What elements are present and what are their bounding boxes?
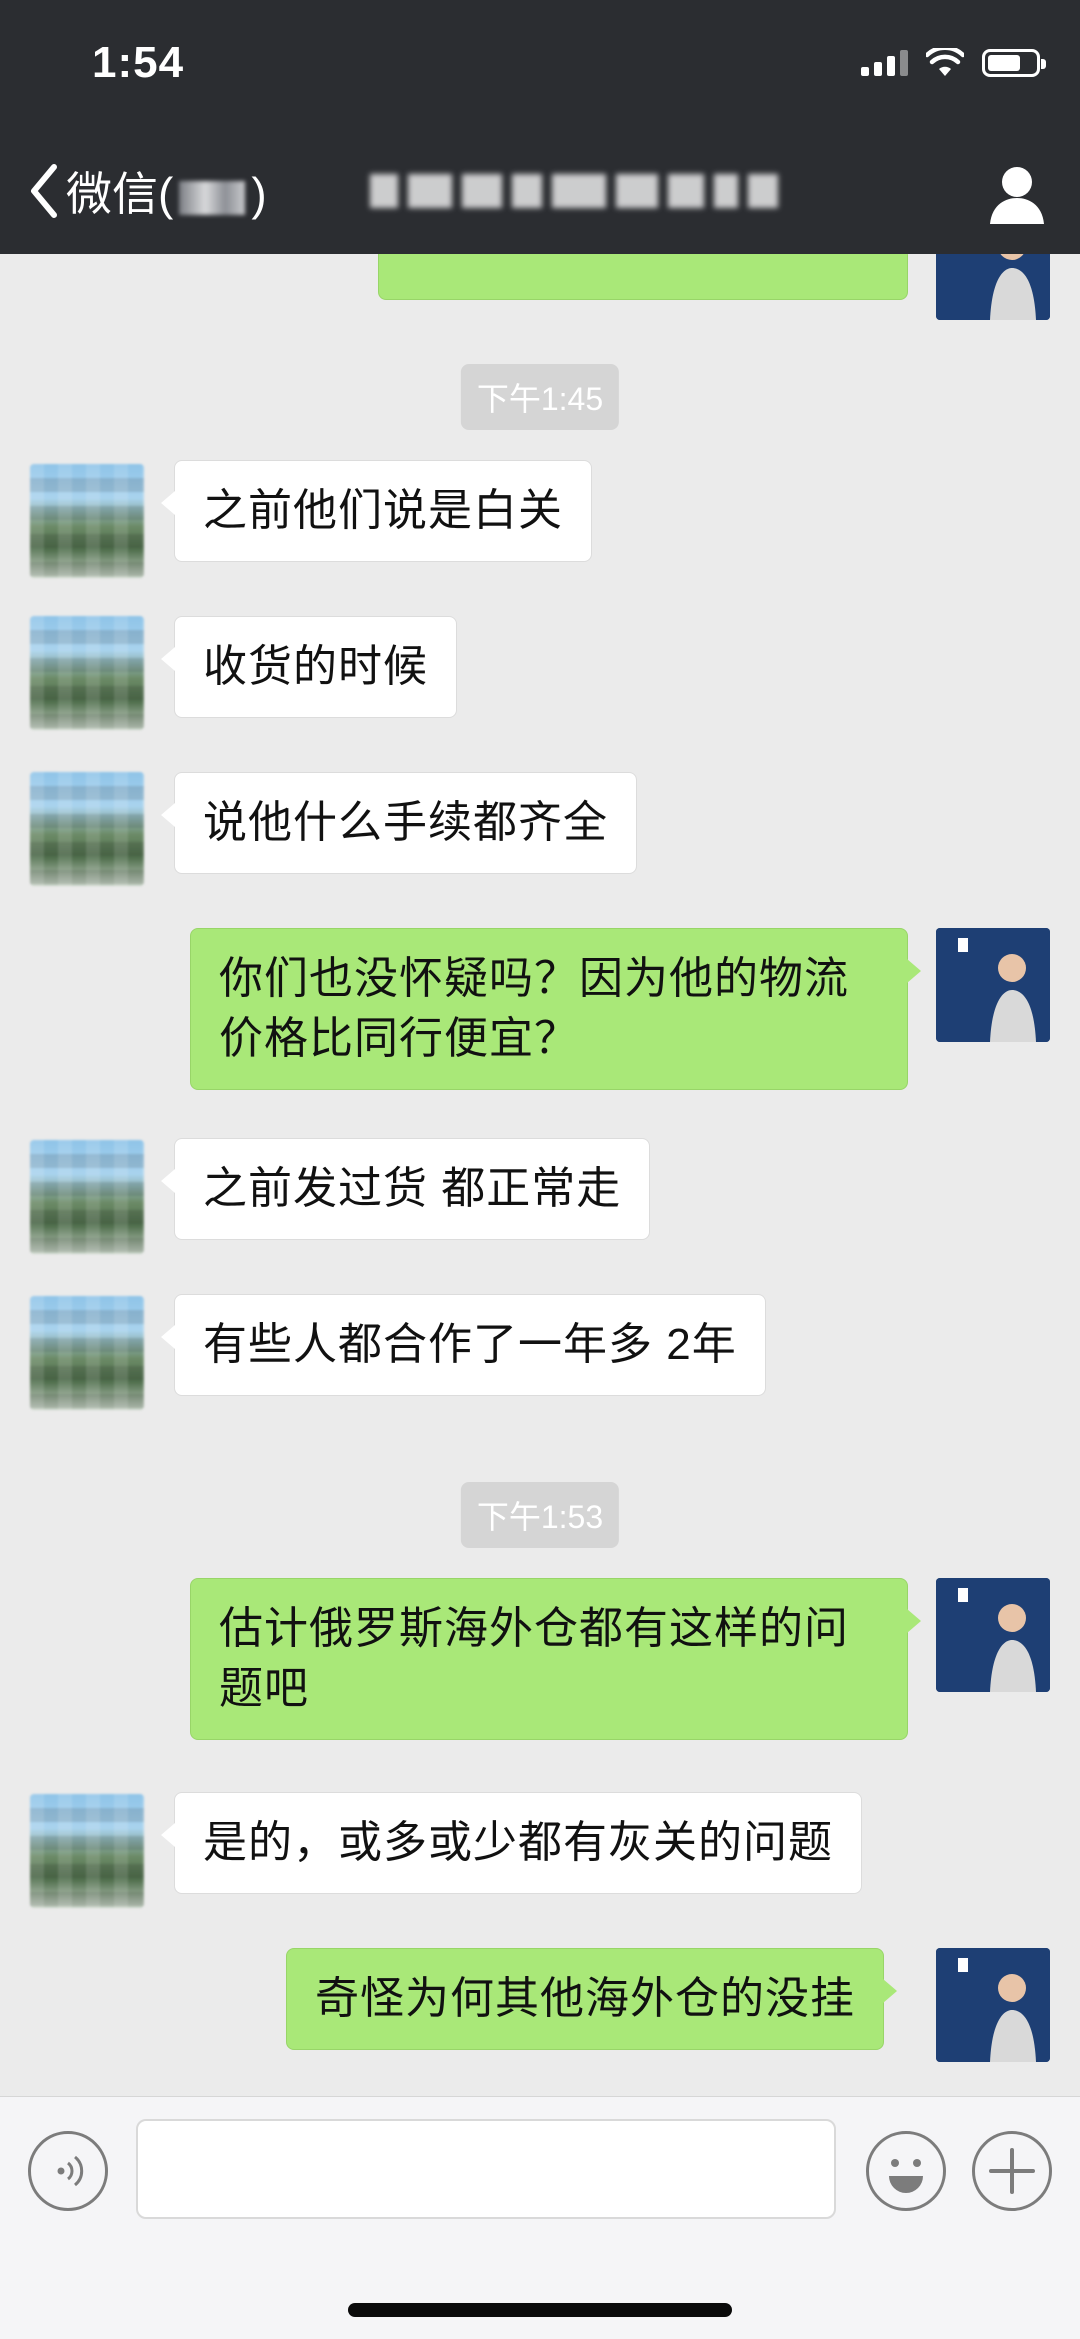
message-timestamp: 下午1:53 — [460, 1482, 620, 1548]
message-bubble-incoming[interactable]: 收货的时候 — [161, 616, 457, 718]
voice-icon — [57, 2155, 84, 2187]
message-bubble-incoming[interactable]: 之前发过货 都正常走 — [160, 1138, 651, 1240]
more-button[interactable] — [972, 2131, 1052, 2211]
my-avatar[interactable] — [936, 254, 1050, 320]
contact-avatar[interactable] — [30, 772, 144, 886]
contact-avatar[interactable] — [30, 1140, 144, 1254]
my-avatar[interactable] — [936, 1948, 1050, 2062]
contact-avatar[interactable] — [30, 464, 144, 578]
home-indicator[interactable] — [348, 2303, 732, 2317]
battery-icon — [982, 49, 1046, 77]
message-bubble-outgoing[interactable]: 你们也没怀疑吗？因为他的物流价格比同行便宜？ — [190, 928, 921, 1090]
plus-icon — [989, 2148, 1035, 2194]
message-bubble-outgoing[interactable]: 奇怪为何其他海外仓的没挂 — [286, 1948, 897, 2050]
my-avatar[interactable] — [936, 1578, 1050, 1692]
message-bubble-outgoing[interactable] — [378, 254, 921, 300]
message-timestamp: 下午1:45 — [460, 364, 620, 430]
chat-info-button[interactable] — [982, 160, 1052, 230]
back-label: 微信() — [66, 168, 267, 220]
top-header: 1:54 微信() — [0, 0, 1080, 254]
wifi-icon — [926, 48, 964, 76]
cellular-signal-icon — [861, 50, 908, 76]
status-time: 1:54 — [92, 38, 185, 87]
wechat-chat-screen: 1:54 微信() 下午1:45 之前他们说是白关 收货的时候 说他什么手续都齐… — [0, 0, 1080, 2339]
chat-title-blurred — [370, 168, 820, 214]
message-bubble-incoming[interactable]: 说他什么手续都齐全 — [161, 772, 637, 874]
message-list[interactable]: 下午1:45 之前他们说是白关 收货的时候 说他什么手续都齐全 你们也没怀疑吗？… — [0, 254, 1080, 2096]
unread-count-blurred — [179, 180, 246, 215]
message-input[interactable] — [136, 2119, 836, 2219]
message-bubble-incoming[interactable]: 有些人都合作了一年多 2年 — [161, 1294, 766, 1396]
message-bubble-incoming[interactable]: 是的，或多或少都有灰关的问题 — [161, 1792, 862, 1894]
back-button[interactable]: 微信() — [28, 158, 267, 224]
input-toolbar — [0, 2096, 1080, 2339]
person-icon — [990, 167, 1044, 224]
contact-avatar[interactable] — [30, 616, 144, 730]
message-bubble-outgoing[interactable]: 估计俄罗斯海外仓都有这样的问题吧 — [190, 1578, 921, 1740]
emoji-button[interactable] — [866, 2131, 946, 2211]
status-icons — [861, 48, 1046, 78]
chevron-left-icon — [31, 164, 57, 218]
contact-avatar[interactable] — [30, 1296, 144, 1410]
contact-avatar[interactable] — [30, 1794, 144, 1908]
my-avatar[interactable] — [936, 928, 1050, 1042]
emoji-icon — [889, 2159, 923, 2193]
voice-button[interactable] — [28, 2131, 108, 2211]
message-bubble-incoming[interactable]: 之前他们说是白关 — [161, 460, 592, 562]
